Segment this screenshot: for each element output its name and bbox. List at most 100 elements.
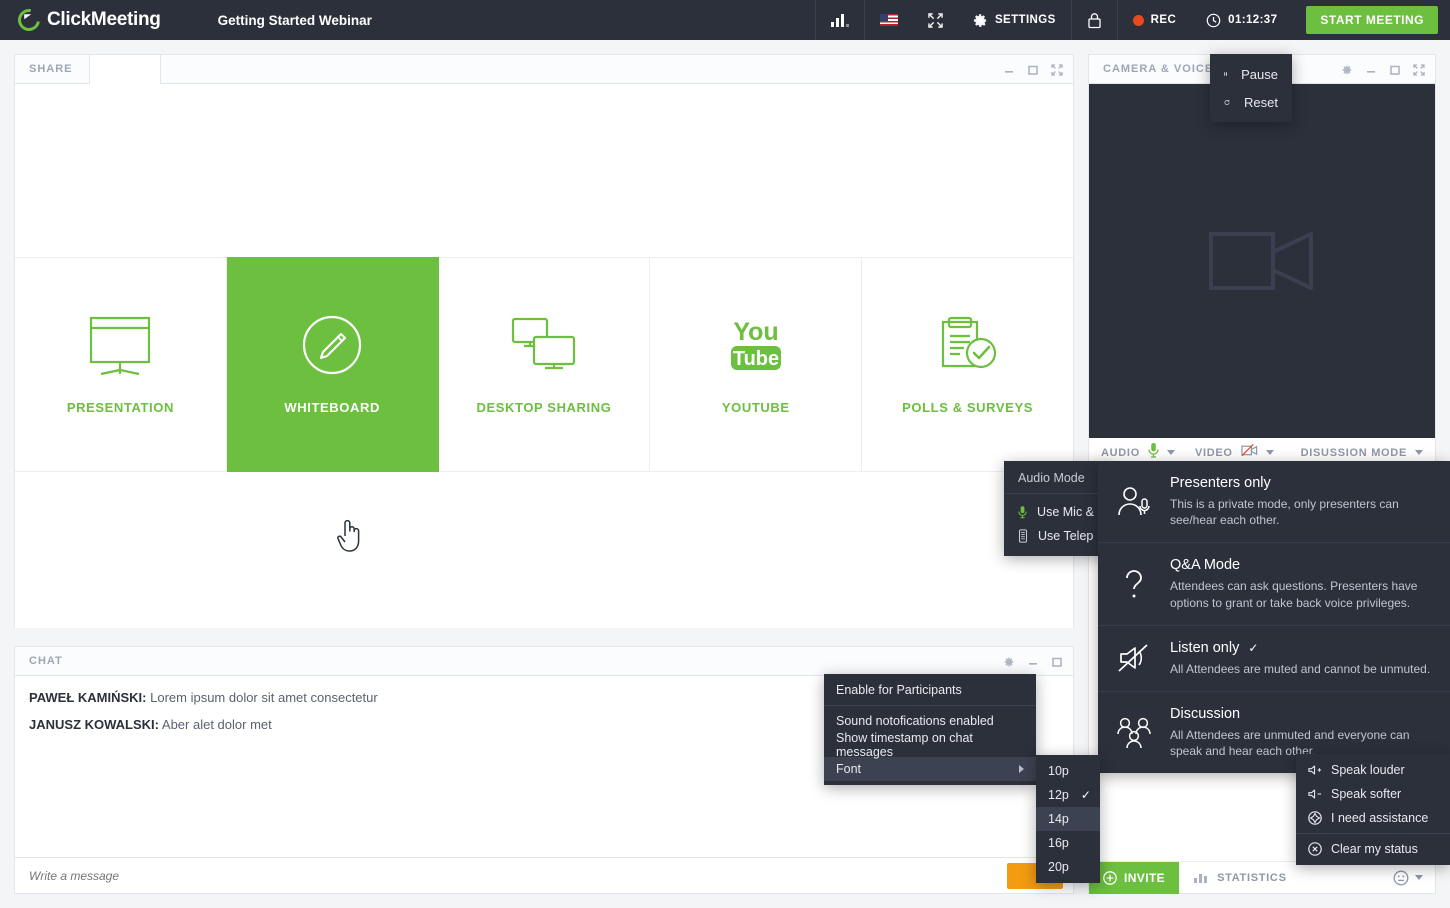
font-size-option[interactable]: 14p — [1036, 807, 1100, 831]
expand-icon[interactable] — [1051, 64, 1063, 76]
font-size-option[interactable]: 12p ✓ — [1036, 783, 1100, 807]
two-monitors-icon — [510, 314, 578, 376]
pause-menu-item[interactable]: Pause — [1210, 60, 1292, 88]
gear-icon[interactable] — [1003, 656, 1015, 668]
discussion-option-presenters-only[interactable]: Presenters only This is a private mode, … — [1098, 461, 1450, 543]
share-tile-desktop-sharing[interactable]: DESKTOP SHARING — [439, 257, 651, 472]
maximize-icon[interactable] — [1389, 64, 1401, 76]
connection-quality-indicator[interactable] — [816, 0, 864, 40]
minimize-icon[interactable] — [1003, 64, 1015, 76]
share-options-grid: PRESENTATION WHITEBOARD — [15, 257, 1073, 472]
share-tile-youtube[interactable]: You Tube YOUTUBE — [650, 257, 862, 472]
font-size-submenu: 10p 12p ✓ 14p 16p 20p — [1036, 755, 1100, 883]
fullscreen-button[interactable] — [913, 0, 958, 40]
lock-icon — [1087, 12, 1102, 29]
start-meeting-button[interactable]: START MEETING — [1306, 6, 1438, 34]
webinar-title: Getting Started Webinar — [218, 13, 372, 28]
discussion-option-title: Presenters only — [1170, 475, 1434, 491]
chat-menu-font[interactable]: Font — [824, 757, 1036, 781]
timer-value: 01:12:37 — [1228, 14, 1277, 26]
discussion-mode-label[interactable]: DISUSSION MODE — [1301, 447, 1407, 459]
font-size-option[interactable]: 16p — [1036, 831, 1100, 855]
maximize-icon[interactable] — [1051, 656, 1063, 668]
font-size-option[interactable]: 20p — [1036, 855, 1100, 879]
video-label: VIDEO — [1195, 447, 1233, 459]
telephone-icon — [1018, 529, 1028, 543]
settings-button[interactable]: SETTINGS — [958, 0, 1071, 40]
session-timer: 01:12:37 — [1191, 0, 1292, 40]
statistics-label: STATISTICS — [1217, 872, 1287, 884]
share-panel-controls — [1003, 55, 1063, 84]
top-toolbar-right-group: SETTINGS REC 01:12:37 STAR — [815, 0, 1450, 40]
video-caret-icon[interactable] — [1266, 450, 1274, 455]
us-flag-icon — [880, 14, 898, 26]
smiley-face-icon — [1393, 870, 1409, 886]
font-size-label: 16p — [1048, 836, 1069, 850]
maximize-icon[interactable] — [1027, 64, 1039, 76]
camera-panel-controls — [1341, 55, 1425, 84]
speaker-muted-icon — [1112, 640, 1156, 677]
font-size-label: 20p — [1048, 860, 1069, 874]
minimize-icon[interactable] — [1365, 64, 1377, 76]
status-clear[interactable]: Clear my status — [1296, 837, 1450, 861]
chat-author: JANUSZ KOWALSKI: — [29, 717, 159, 732]
reset-menu-item[interactable]: Reset — [1210, 88, 1292, 116]
audio-caret-icon[interactable] — [1167, 450, 1175, 455]
font-size-label: 14p — [1048, 812, 1069, 826]
discussion-option-desc: All Attendees are muted and cannot be un… — [1170, 661, 1430, 677]
chat-menu-label: Enable for Participants — [836, 683, 962, 697]
chat-panel-title: CHAT — [15, 655, 63, 667]
statistics-button[interactable]: STATISTICS — [1179, 871, 1301, 884]
status-speak-louder[interactable]: Speak louder — [1296, 758, 1450, 782]
audio-mode-use-telephone[interactable]: Use Telep — [1004, 524, 1108, 548]
status-label: I need assistance — [1331, 811, 1428, 825]
camera-video-stage — [1089, 84, 1435, 438]
share-tile-label: WHITEBOARD — [284, 400, 380, 415]
audio-mode-label: Use Mic & — [1037, 505, 1094, 519]
chat-panel-header: CHAT — [15, 647, 1073, 676]
discussion-option-listen-only[interactable]: Listen only ✓ All Attendees are muted an… — [1098, 626, 1450, 692]
chat-text: Lorem ipsum dolor sit amet consectetur — [150, 690, 378, 705]
camera-disabled-icon[interactable] — [1241, 443, 1258, 462]
chat-context-menu: Enable for Participants Sound notoficati… — [824, 674, 1036, 785]
share-blank-tab[interactable] — [89, 55, 161, 85]
font-size-option[interactable]: 10p — [1036, 759, 1100, 783]
share-panel-header: SHARE — [15, 55, 1073, 84]
discussion-option-qa-mode[interactable]: Q&A Mode Attendees can ask questions. Pr… — [1098, 543, 1450, 625]
share-tile-polls-surveys[interactable]: POLLS & SURVEYS — [862, 257, 1073, 472]
discussion-mode-caret-icon[interactable] — [1415, 450, 1423, 455]
clickmeeting-app-window: ClickMeeting Getting Started Webinar — [0, 0, 1450, 908]
minimize-icon[interactable] — [1027, 656, 1039, 668]
microphone-icon[interactable] — [1148, 442, 1159, 463]
status-need-assistance[interactable]: I need assistance — [1296, 806, 1450, 830]
svg-text:You: You — [733, 318, 778, 346]
clock-icon — [1206, 13, 1221, 28]
chat-panel-controls — [1003, 647, 1063, 676]
chat-author: PAWEŁ KAMIŃSKI: — [29, 690, 146, 705]
presentation-screen-icon — [87, 314, 153, 376]
svg-text:Tube: Tube — [733, 348, 779, 370]
lock-button[interactable] — [1072, 0, 1117, 40]
audio-mode-use-mic[interactable]: Use Mic & — [1004, 500, 1108, 524]
gear-icon[interactable] — [1341, 64, 1353, 76]
brand-logo[interactable]: ClickMeeting — [0, 9, 161, 31]
invite-button[interactable]: INVITE — [1089, 862, 1179, 894]
discussion-title-text: Presenters only — [1170, 475, 1271, 491]
recording-indicator[interactable]: REC — [1118, 0, 1191, 40]
video-camera-icon — [1207, 222, 1317, 300]
camera-panel-title: CAMERA & VOICE — [1089, 63, 1213, 75]
audio-mode-label: Use Telep — [1038, 529, 1093, 543]
expand-icon[interactable] — [1413, 64, 1425, 76]
status-speak-softer[interactable]: Speak softer — [1296, 782, 1450, 806]
share-panel-title: SHARE — [15, 63, 73, 75]
chat-menu-show-timestamp[interactable]: Show timestamp on chat messages — [824, 733, 1036, 757]
chat-menu-enable-participants[interactable]: Enable for Participants — [824, 678, 1036, 702]
chat-message-input[interactable] — [15, 869, 1007, 883]
chat-menu-label: Font — [836, 762, 861, 776]
status-selector[interactable] — [1393, 870, 1435, 886]
share-tile-presentation[interactable]: PRESENTATION — [15, 257, 227, 472]
chat-menu-sound-notifications[interactable]: Sound notofications enabled — [824, 709, 1036, 733]
share-tile-whiteboard[interactable]: WHITEBOARD — [227, 257, 439, 472]
language-selector[interactable] — [865, 0, 913, 40]
share-tile-label: DESKTOP SHARING — [477, 400, 612, 415]
